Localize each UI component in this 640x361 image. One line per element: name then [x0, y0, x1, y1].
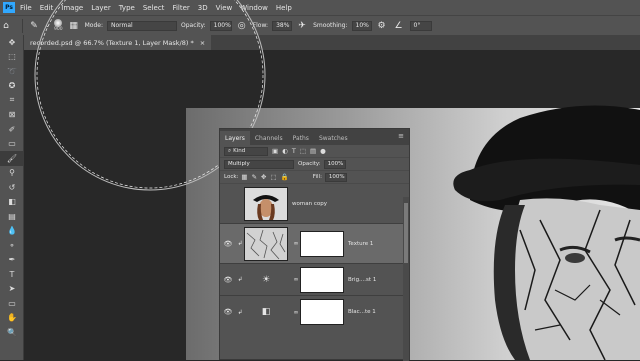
- layer-row-brightness[interactable]: 👁 ↲ ☀ ∞ Brig....st 1: [220, 264, 409, 296]
- eye-icon[interactable]: 👁: [220, 276, 236, 284]
- type-filter-icon[interactable]: T: [292, 147, 296, 155]
- layer-filter-row: ⌕ Kind ▣ ◐ T ⬚ ▤ ●: [220, 145, 409, 158]
- layer-thumbnail: [244, 226, 288, 261]
- scrollbar-thumb[interactable]: [404, 203, 408, 263]
- brightness-adjustment-icon: ☀: [261, 274, 271, 285]
- blend-mode-select[interactable]: Multiply: [224, 159, 294, 169]
- mask-link-icon[interactable]: ∞: [292, 309, 300, 316]
- layer-row-black-white[interactable]: 👁 ↲ ◧ ∞ Blac...te 1: [220, 296, 409, 328]
- tab-paths[interactable]: Paths: [288, 131, 314, 145]
- fill-value: 100%: [328, 174, 345, 180]
- clip-arrow-icon: ↲: [237, 308, 243, 316]
- layer-thumbnail: [244, 186, 288, 221]
- lock-artboard-icon[interactable]: ⬚: [270, 173, 276, 181]
- lock-fill-row: Lock: ▦ ✎ ✥ ⬚ 🔒 Fill: 100%: [220, 171, 409, 184]
- eye-icon[interactable]: 👁: [220, 240, 236, 248]
- opacity-label: Opacity:: [298, 161, 321, 167]
- adjustment-filter-icon[interactable]: ◐: [282, 147, 288, 155]
- filter-toggle-icon[interactable]: ●: [320, 147, 326, 155]
- tab-swatches[interactable]: Swatches: [314, 131, 353, 145]
- smart-object-filter-icon[interactable]: ▤: [310, 147, 316, 155]
- mask-link-icon[interactable]: ∞: [292, 276, 300, 283]
- layers-panel-tabs: Layers Channels Paths Swatches ≡: [220, 129, 409, 145]
- woman-portrait: [453, 105, 640, 360]
- blend-mode-value: Multiply: [228, 161, 250, 167]
- filter-kind-select[interactable]: ⌕ Kind: [224, 146, 268, 156]
- blend-opacity-row: Multiply Opacity: 100%: [220, 158, 409, 171]
- layer-name: woman copy: [292, 200, 327, 207]
- layers-panel: Layers Channels Paths Swatches ≡ ⌕ Kind …: [219, 128, 410, 361]
- mask-link-icon[interactable]: ∞: [292, 240, 300, 247]
- panel-menu-icon[interactable]: ≡: [398, 132, 404, 140]
- shape-filter-icon[interactable]: ⬚: [300, 147, 306, 155]
- lock-transparency-icon[interactable]: ▦: [241, 173, 247, 181]
- fill-label: Fill:: [312, 174, 322, 180]
- tab-layers[interactable]: Layers: [220, 131, 250, 145]
- layer-name: Texture 1: [348, 240, 374, 247]
- lock-pixels-icon[interactable]: ✎: [252, 173, 257, 181]
- layer-opacity-field[interactable]: 100%: [323, 159, 346, 169]
- layer-mask-thumbnail[interactable]: [300, 230, 344, 257]
- fill-field[interactable]: 100%: [324, 172, 347, 182]
- layer-row-woman-copy[interactable]: woman copy: [220, 184, 409, 224]
- lock-all-icon[interactable]: 🔒: [281, 173, 289, 181]
- lock-label: Lock:: [224, 174, 239, 180]
- woman-thumbnail-icon: [245, 187, 287, 220]
- crack-texture-icon: [245, 227, 287, 260]
- clip-arrow-icon: ↲: [237, 240, 243, 247]
- eye-icon[interactable]: 👁: [220, 308, 236, 316]
- search-icon: ⌕: [228, 147, 232, 154]
- clip-arrow-icon: ↲: [237, 276, 243, 283]
- layer-mask-thumbnail[interactable]: [300, 266, 344, 293]
- layer-row-texture-1[interactable]: 👁 ↲ ∞ Texture 1: [220, 224, 409, 264]
- layer-opacity-value: 100%: [327, 161, 344, 167]
- pixel-filter-icon[interactable]: ▣: [272, 147, 278, 155]
- layer-name: Blac...te 1: [348, 309, 376, 315]
- tab-channels[interactable]: Channels: [250, 131, 288, 145]
- black-white-adjustment-icon: ◧: [261, 307, 271, 317]
- filter-kind-value: Kind: [233, 148, 246, 154]
- layer-mask-thumbnail[interactable]: [300, 299, 344, 325]
- lock-position-icon[interactable]: ✥: [261, 173, 266, 181]
- layers-scrollbar[interactable]: [403, 197, 409, 361]
- layer-name: Brig....st 1: [348, 276, 377, 283]
